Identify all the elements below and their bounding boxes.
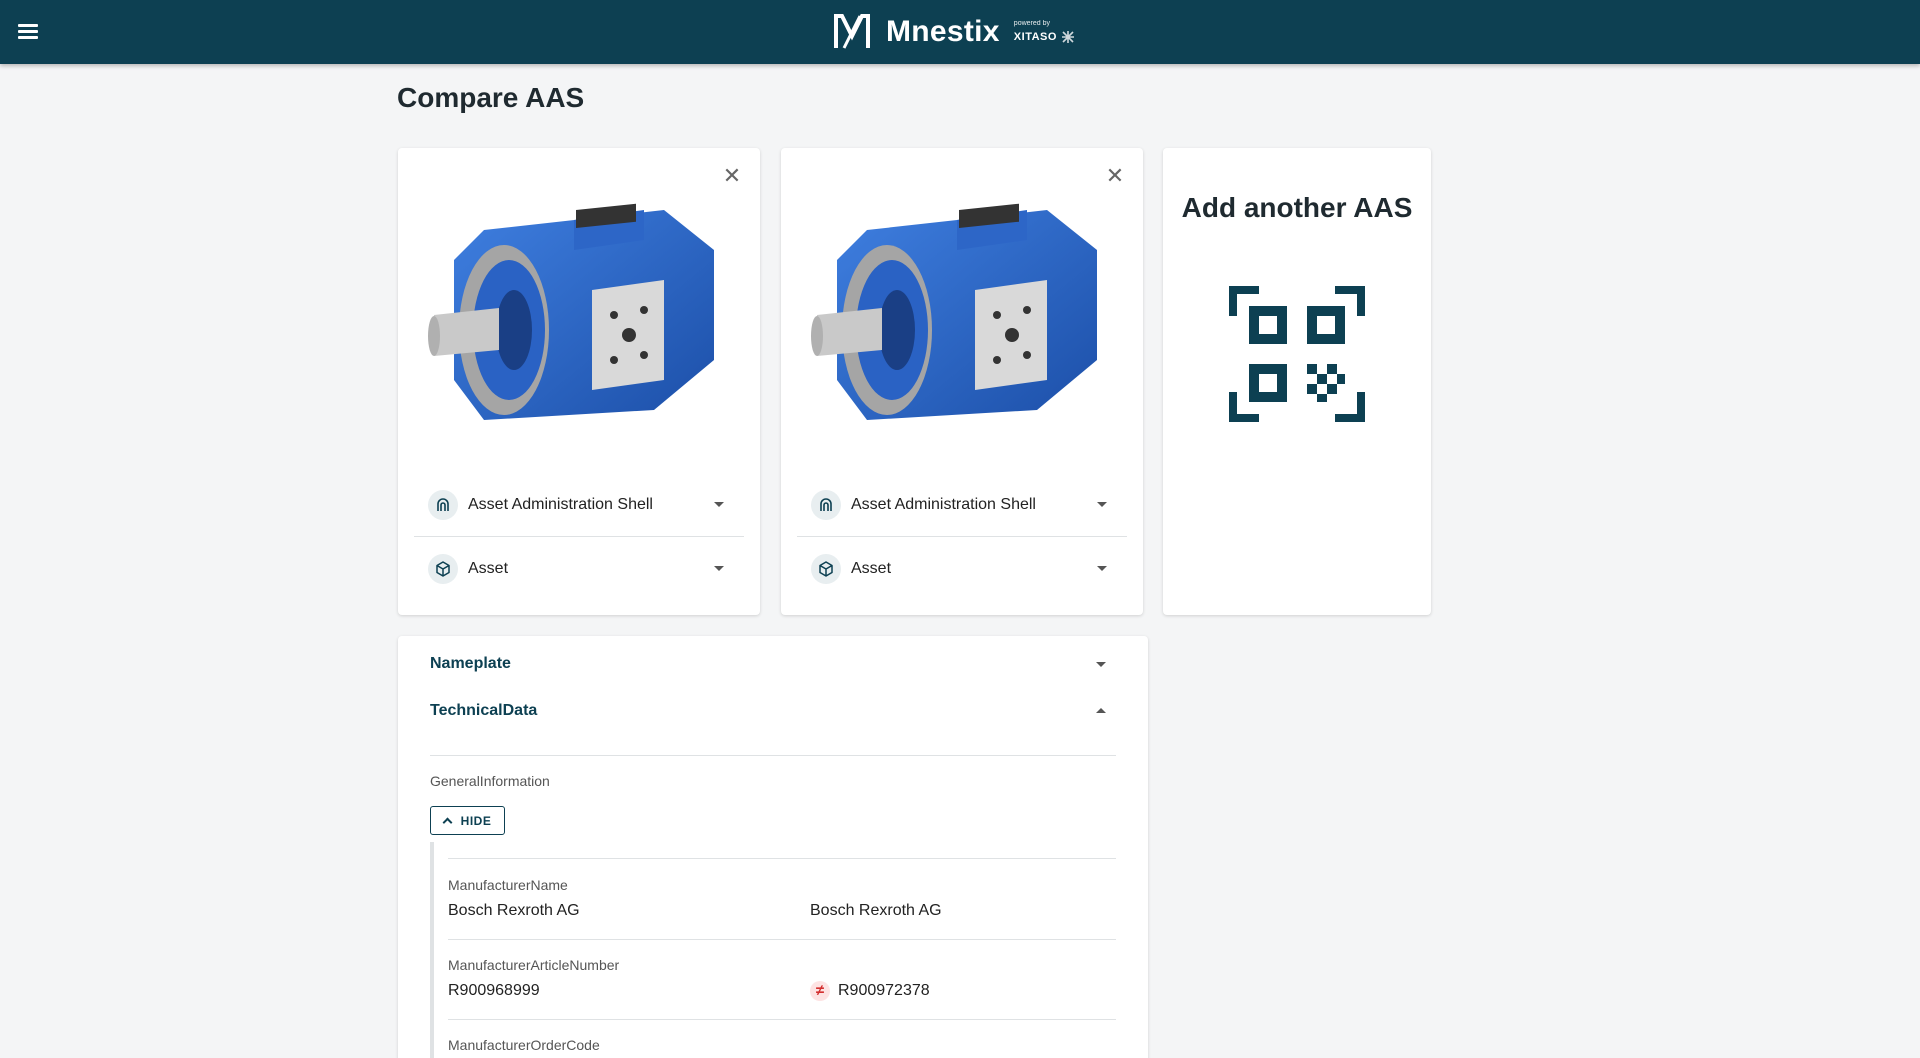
close-icon[interactable]: ✕ — [1103, 164, 1127, 188]
aas-accordion-label: Asset Administration Shell — [468, 495, 653, 513]
powered-by-badge: powered by XITASO — [1014, 20, 1075, 44]
cube-icon — [428, 554, 458, 584]
asset-accordion[interactable]: Asset — [797, 537, 1127, 601]
property-value-right: R900972378 — [838, 982, 930, 999]
chevron-down-icon — [1097, 501, 1107, 507]
group-label: GeneralInformation — [430, 773, 550, 789]
section-label: TechnicalData — [430, 702, 538, 719]
xitaso-logo-icon — [1061, 31, 1074, 43]
app-brand[interactable]: Mnestix powered by XITASO — [832, 12, 1075, 52]
pump-product-image — [428, 203, 714, 420]
property-name: ManufacturerArticleNumber — [448, 957, 620, 973]
shell-icon — [811, 489, 841, 520]
hide-button-label: HIDE — [460, 813, 492, 828]
qr-code-icon — [1229, 286, 1365, 422]
group-indent-line — [430, 842, 434, 1058]
hide-button[interactable]: HIDE — [430, 806, 505, 835]
not-equal-icon: ≠ — [810, 981, 830, 1001]
mnestix-logo-icon — [834, 14, 870, 49]
xitaso-name: XITASO — [1013, 30, 1057, 43]
section-technicaldata[interactable]: TechnicalData — [430, 688, 1116, 756]
chevron-up-icon — [1096, 708, 1106, 713]
property-value-left: Bosch Rexroth AG — [448, 902, 580, 919]
powered-by-text: powered by — [1013, 20, 1050, 27]
chevron-down-icon — [714, 501, 724, 507]
app-name: Mnestix — [886, 15, 1000, 48]
section-label: Nameplate — [430, 655, 511, 672]
hamburger-menu-icon[interactable] — [14, 16, 46, 48]
top-app-bar: Mnestix powered by XITASO — [0, 0, 1920, 64]
property-name: ManufacturerName — [448, 877, 568, 893]
page-title: Compare AAS — [397, 82, 585, 113]
asset-accordion[interactable]: Asset — [414, 537, 744, 601]
divider — [448, 858, 1116, 859]
asset-accordion-label: Asset — [851, 560, 892, 577]
chevron-down-icon — [1096, 662, 1106, 667]
shell-icon — [428, 489, 458, 520]
chevron-down-icon — [1097, 566, 1107, 571]
chevron-up-icon — [442, 817, 453, 828]
pump-product-image — [811, 203, 1097, 420]
asset-accordion-label: Asset — [468, 560, 509, 577]
add-aas-title: Add another AAS — [1181, 192, 1413, 223]
property-value-right: Bosch Rexroth AG — [810, 902, 942, 919]
divider — [448, 939, 1116, 940]
divider — [448, 1019, 1116, 1020]
add-aas-card[interactable]: Add another AAS — [1163, 148, 1431, 615]
aas-card: ✕ Asset Administration Shell Asset — [398, 148, 760, 615]
aas-accordion-label: Asset Administration Shell — [851, 495, 1036, 513]
chevron-down-icon — [714, 566, 724, 571]
aas-accordion[interactable]: Asset Administration Shell — [797, 473, 1127, 537]
aas-accordion[interactable]: Asset Administration Shell — [414, 473, 744, 537]
property-name: ManufacturerOrderCode — [448, 1037, 600, 1053]
property-value-left: R900968999 — [448, 982, 540, 999]
section-nameplate[interactable]: Nameplate — [430, 640, 1116, 688]
aas-card: ✕ Asset Administration Shell Asset — [781, 148, 1143, 615]
cube-icon — [811, 554, 841, 584]
close-icon[interactable]: ✕ — [720, 164, 744, 188]
